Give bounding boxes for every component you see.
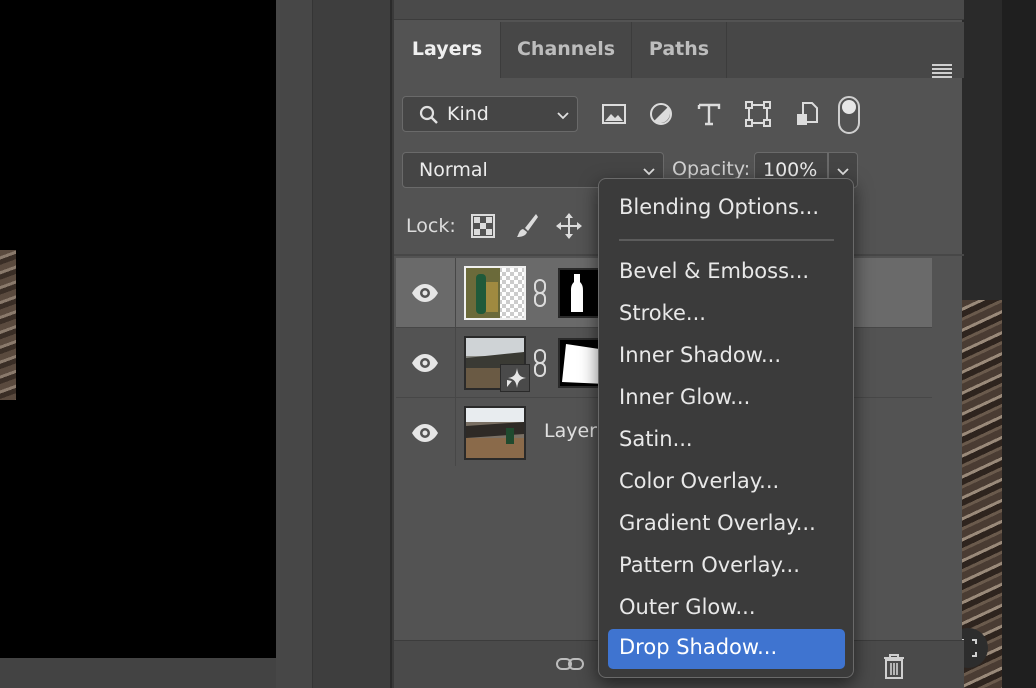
trash-icon[interactable] (882, 653, 906, 679)
link-mask-icon[interactable] (532, 278, 548, 308)
eye-icon (412, 424, 438, 442)
menu-item-stroke[interactable]: Stroke... (608, 295, 845, 335)
chevron-down-icon (837, 168, 849, 176)
filter-kind-select[interactable]: Kind (402, 96, 578, 132)
filter-kind-label: Kind (447, 103, 489, 125)
lock-transparent-pixels-icon[interactable] (470, 212, 496, 240)
menu-item-gradient-overlay[interactable]: Gradient Overlay... (608, 505, 845, 545)
lock-label: Lock: (406, 215, 456, 237)
visibility-toggle[interactable] (396, 398, 456, 468)
opacity-label: Opacity: (672, 158, 751, 180)
toggle-knob (842, 100, 856, 114)
layer-thumbnail[interactable] (464, 266, 526, 320)
adjustment-filter-icon[interactable] (647, 100, 675, 128)
menu-item-inner-shadow[interactable]: Inner Shadow... (608, 337, 845, 377)
layer-name[interactable]: Layer (544, 420, 597, 442)
menu-item-pattern-overlay[interactable]: Pattern Overlay... (608, 547, 845, 587)
menu-item-blending-options[interactable]: Blending Options... (608, 189, 845, 229)
menu-item-bevel-emboss[interactable]: Bevel & Emboss... (608, 253, 845, 293)
chevron-down-icon (557, 112, 569, 120)
panel-header-strip (394, 0, 964, 20)
blend-mode-value: Normal (419, 159, 488, 181)
layer-style-menu: Blending Options... Bevel & Emboss... St… (598, 178, 854, 678)
link-layers-icon[interactable] (556, 656, 584, 672)
menu-item-color-overlay[interactable]: Color Overlay... (608, 463, 845, 503)
panel-tabs: Layers Channels Paths (394, 22, 964, 78)
smart-object-badge-icon (500, 364, 530, 392)
menu-item-drop-shadow[interactable]: Drop Shadow... (608, 629, 845, 669)
document-canvas[interactable] (0, 0, 276, 658)
panel-dock-strip (312, 0, 390, 688)
visibility-toggle[interactable] (396, 328, 456, 398)
menu-item-inner-glow[interactable]: Inner Glow... (608, 379, 845, 419)
visibility-toggle[interactable] (396, 258, 456, 328)
canvas-image-edge (0, 250, 16, 400)
tab-layers[interactable]: Layers (394, 22, 500, 78)
lock-position-icon[interactable] (556, 212, 582, 240)
layer-thumbnail[interactable] (464, 406, 526, 460)
search-icon (419, 105, 438, 124)
shape-filter-icon[interactable] (744, 100, 772, 128)
eye-icon (412, 354, 438, 372)
lock-image-pixels-icon[interactable] (514, 212, 540, 240)
tab-divider (726, 22, 727, 78)
filter-toggle[interactable] (838, 96, 860, 134)
type-filter-icon[interactable] (695, 100, 723, 128)
right-workspace-far (1002, 0, 1036, 688)
smart-object-filter-icon[interactable] (793, 100, 821, 128)
image-filter-icon[interactable] (600, 100, 628, 128)
menu-item-satin[interactable]: Satin... (608, 421, 845, 461)
menu-item-outer-glow[interactable]: Outer Glow... (608, 589, 845, 629)
tab-channels[interactable]: Channels (501, 22, 631, 78)
workspace-gutter (276, 0, 312, 688)
panel-menu-icon[interactable] (932, 64, 952, 78)
link-mask-icon[interactable] (532, 348, 548, 378)
eye-icon (412, 284, 438, 302)
menu-separator (619, 239, 834, 241)
tab-paths[interactable]: Paths (632, 22, 726, 78)
canvas-scrollbar[interactable] (0, 658, 310, 688)
chevron-down-icon (643, 168, 655, 176)
